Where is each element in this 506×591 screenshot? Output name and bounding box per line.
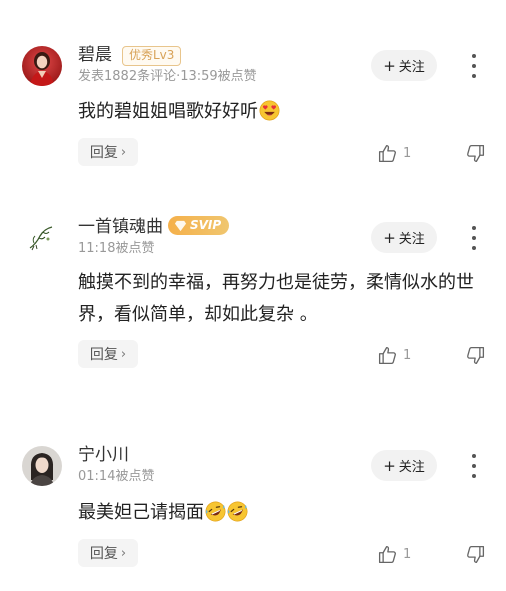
username[interactable]: 一首镇魂曲	[78, 216, 163, 238]
dislike-button[interactable]	[465, 345, 486, 367]
diamond-icon	[174, 220, 187, 232]
thumbs-up-icon	[378, 346, 396, 365]
chevron-right-icon: ›	[120, 144, 127, 160]
comment-text: 我的碧姐姐唱歌好好听	[78, 96, 488, 128]
chevron-right-icon: ›	[120, 346, 127, 362]
comment-meta: 11:18被点赞	[78, 241, 155, 256]
reply-button[interactable]: 回复 ›	[78, 138, 138, 166]
avatar-image	[22, 46, 62, 86]
rofl-emoji-icon	[205, 501, 226, 522]
dislike-button[interactable]	[465, 143, 486, 165]
reply-label: 回复	[89, 145, 118, 161]
comment-text: 最美妲己请揭面	[78, 497, 488, 529]
username[interactable]: 碧晨	[78, 44, 112, 66]
level-badge: 优秀Lv3	[122, 46, 182, 66]
avatar-image	[22, 218, 62, 258]
like-count: 1	[403, 146, 412, 161]
like-button[interactable]: 1	[377, 544, 417, 566]
svip-label: SVIP	[190, 218, 222, 232]
follow-label: 关注	[398, 232, 425, 247]
chevron-right-icon: ›	[120, 545, 127, 561]
reply-button[interactable]: 回复 ›	[78, 340, 138, 368]
thumbs-up-icon	[378, 545, 396, 564]
more-options-icon[interactable]	[466, 452, 482, 480]
more-options-icon[interactable]	[466, 224, 482, 252]
avatar[interactable]	[22, 46, 62, 86]
comment-text-body: 我的碧姐姐唱歌好好听	[78, 101, 258, 122]
heart-eyes-emoji-icon	[259, 100, 280, 121]
more-options-icon[interactable]	[466, 52, 482, 80]
comment-meta: 01:14被点赞	[78, 469, 155, 484]
thumbs-down-icon	[467, 144, 485, 163]
follow-label: 关注	[398, 60, 425, 75]
thumbs-up-icon	[378, 144, 396, 163]
plus-icon: +	[383, 228, 396, 247]
like-count: 1	[403, 348, 412, 363]
like-button[interactable]: 1	[377, 345, 417, 367]
avatar[interactable]	[22, 218, 62, 258]
comment-text-body: 最美妲己请揭面	[78, 502, 204, 523]
like-button[interactable]: 1	[377, 143, 417, 165]
follow-button[interactable]: + 关注	[371, 222, 437, 253]
rofl-emoji-icon	[227, 501, 248, 522]
avatar[interactable]	[22, 446, 62, 486]
comment-text-body: 触摸不到的幸福，再努力也是徒劳，柔情似水的世界，看似简单，却如此复杂 。	[78, 272, 474, 325]
thumbs-down-icon	[467, 346, 485, 365]
like-count: 1	[403, 547, 412, 562]
comment-feed: 碧晨 优秀Lv3 发表1882条评论·13:59被点赞 + 关注 我的碧姐姐唱歌…	[0, 0, 506, 591]
plus-icon: +	[383, 56, 396, 75]
plus-icon: +	[383, 456, 396, 475]
username[interactable]: 宁小川	[78, 444, 129, 466]
svip-badge: SVIP	[168, 216, 230, 235]
avatar-image	[22, 446, 62, 486]
comment-meta: 发表1882条评论·13:59被点赞	[78, 69, 257, 84]
follow-label: 关注	[398, 460, 425, 475]
comment-text: 触摸不到的幸福，再努力也是徒劳，柔情似水的世界，看似简单，却如此复杂 。	[78, 267, 488, 331]
follow-button[interactable]: + 关注	[371, 50, 437, 81]
reply-button[interactable]: 回复 ›	[78, 539, 138, 567]
reply-label: 回复	[89, 347, 118, 363]
thumbs-down-icon	[467, 545, 485, 564]
dislike-button[interactable]	[465, 544, 486, 566]
reply-label: 回复	[89, 546, 118, 562]
follow-button[interactable]: + 关注	[371, 450, 437, 481]
